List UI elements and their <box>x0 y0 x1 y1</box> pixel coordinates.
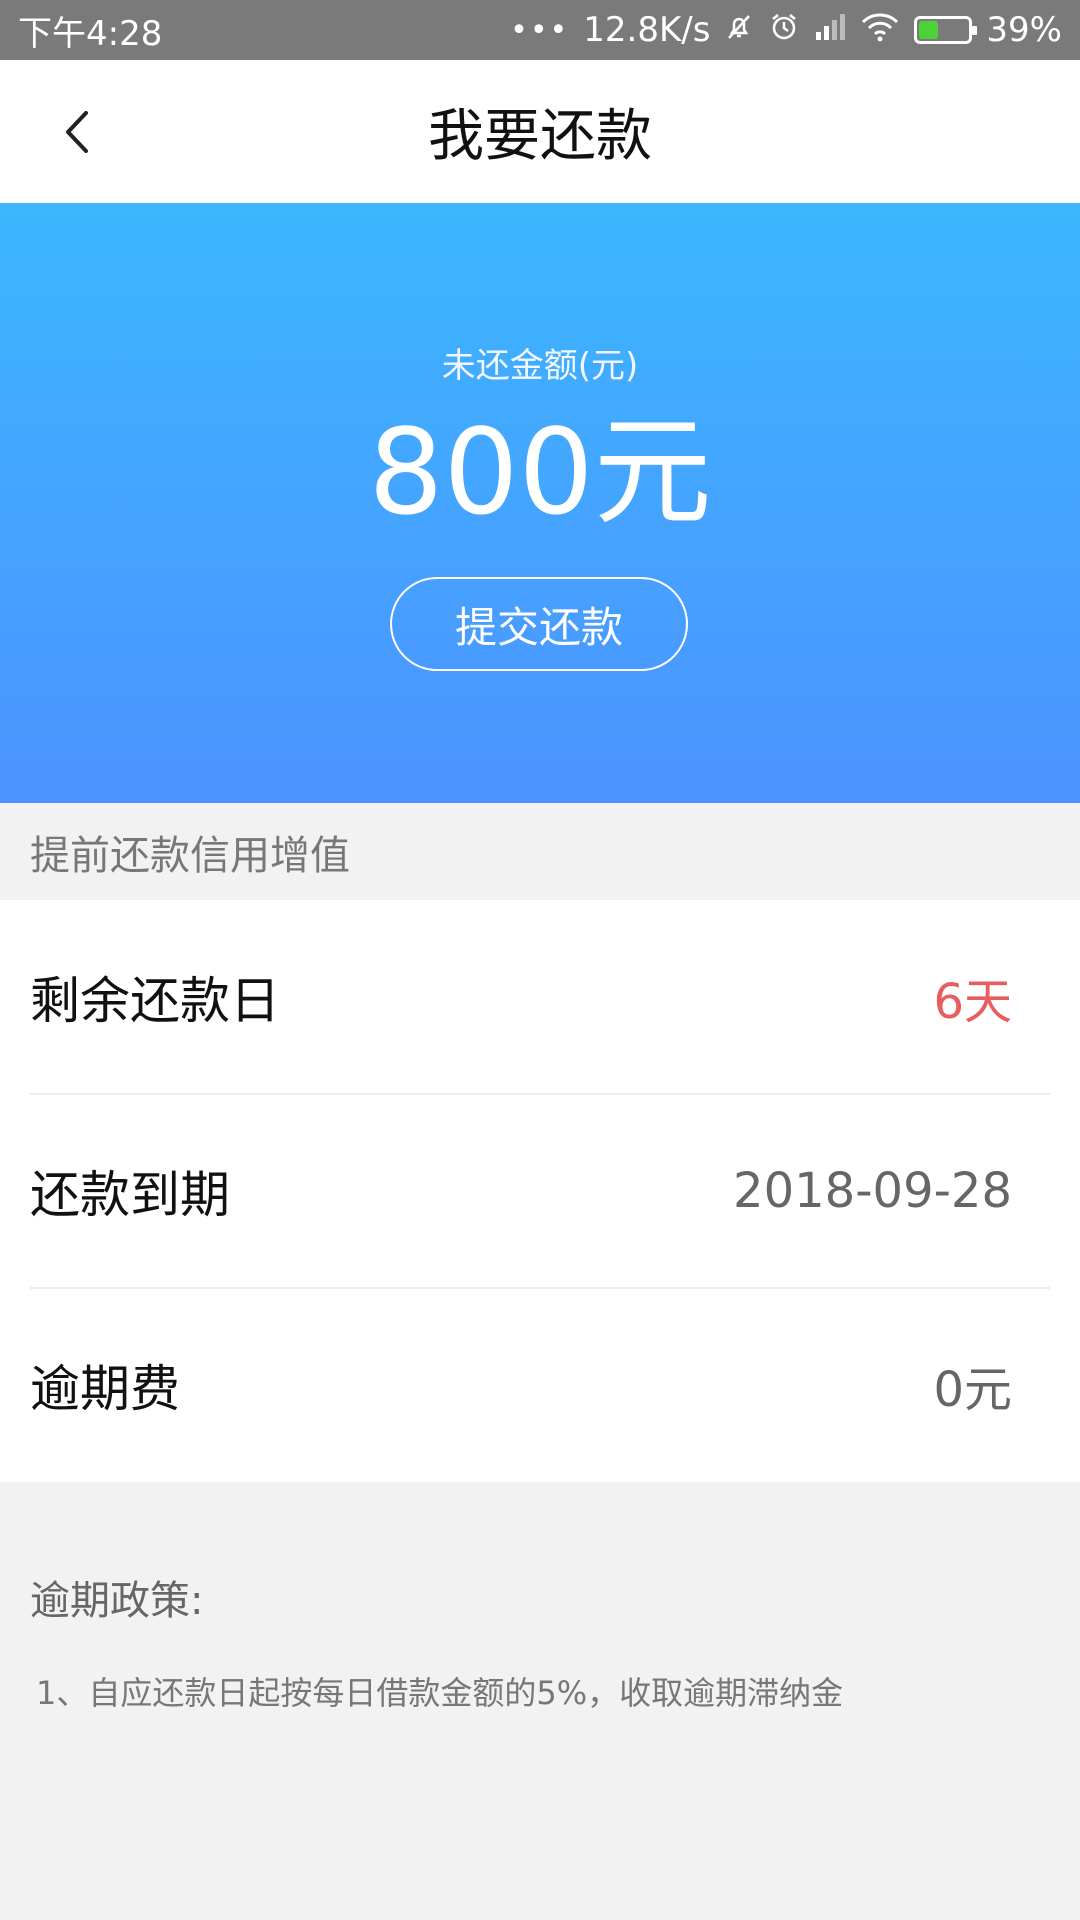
outstanding-amount-label: 未还金额(元) <box>441 346 639 386</box>
info-row-late-fee: 逾期费 0元 <box>30 1288 1050 1482</box>
policy-title: 逾期政策: <box>30 1578 204 1624</box>
submit-repayment-button[interactable]: 提交还款 <box>390 577 688 671</box>
outstanding-amount: 800元 <box>368 403 712 541</box>
info-row-remaining-days: 剩余还款日 6天 <box>30 900 1050 1094</box>
row-label: 剩余还款日 <box>30 972 280 1030</box>
row-label: 还款到期 <box>30 1166 230 1224</box>
nav-bar: 我要还款 <box>0 60 1080 203</box>
status-bar: 下午4:28 ••• 12.8K/s 39% <box>0 0 1080 60</box>
info-row-due-date: 还款到期 2018-09-28 <box>30 1094 1050 1288</box>
alarm-icon <box>768 11 800 49</box>
chevron-left-icon[interactable] <box>48 102 108 162</box>
wifi-icon <box>860 12 900 48</box>
battery-charging-icon <box>914 16 978 44</box>
battery-percent: 39% <box>986 10 1062 50</box>
row-value: 6天 <box>933 974 1012 1030</box>
more-dots-icon: ••• <box>510 12 570 48</box>
row-value: 2018-09-28 <box>733 1163 1012 1219</box>
repayment-info-list: 剩余还款日 6天 还款到期 2018-09-28 逾期费 0元 <box>0 900 1080 1482</box>
status-icons: ••• 12.8K/s 39% <box>510 10 1062 50</box>
status-time: 下午4:28 <box>18 13 163 54</box>
repayment-summary: 未还金额(元) 800元 提交还款 <box>0 203 1080 803</box>
policy-item: 1、自应还款日起按每日借款金额的5%，收取逾期滞纳金 <box>36 1674 844 1712</box>
row-label: 逾期费 <box>30 1360 180 1418</box>
battery-level <box>919 21 939 39</box>
mute-icon <box>724 12 754 48</box>
signal-icon <box>814 12 846 48</box>
page-title: 我要还款 <box>428 104 652 169</box>
section-header: 提前还款信用增值 <box>0 803 1080 900</box>
network-speed: 12.8K/s <box>583 10 711 50</box>
row-value: 0元 <box>933 1362 1012 1418</box>
